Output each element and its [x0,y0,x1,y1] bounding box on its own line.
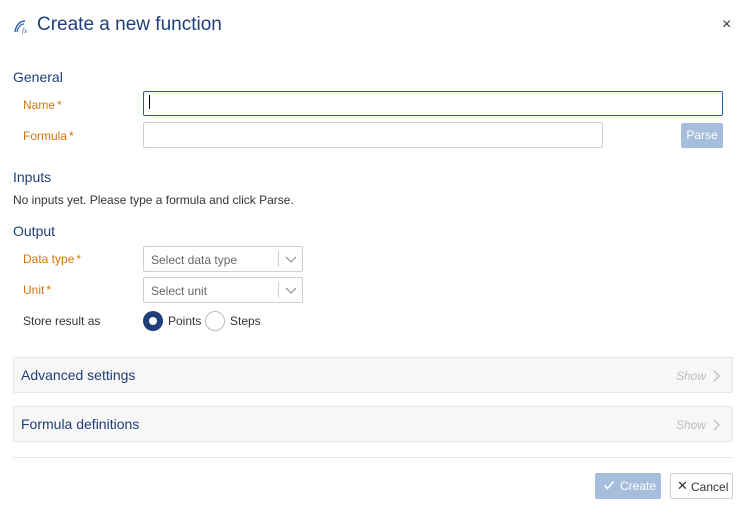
name-label-text: Name [23,98,56,112]
chevron-right-icon [713,419,720,431]
general-heading: General [13,69,63,85]
unit-select[interactable]: Select unit [143,277,303,303]
inputs-heading: Inputs [13,169,52,185]
data-type-select[interactable]: Select data type [143,246,303,272]
function-fx-icon: fx [14,20,28,34]
name-input[interactable] [143,91,723,116]
required-mark: * [69,129,74,143]
chevron-down-icon [285,287,297,294]
data-type-label-text: Data type [23,252,75,266]
chevron-right-icon [713,370,720,382]
create-button-label: Create [620,479,657,493]
unit-placeholder: Select unit [151,284,208,298]
check-icon [603,480,615,490]
formula-label-text: Formula [23,129,68,143]
data-type-placeholder: Select data type [151,253,238,267]
data-type-label: Data type * [23,252,81,266]
cancel-button-label: Cancel [691,480,729,494]
formula-input[interactable] [143,122,603,148]
chevron-down-icon [285,256,297,263]
radio-steps-label[interactable]: Steps [230,314,261,328]
radio-points-label[interactable]: Points [168,314,201,328]
create-button[interactable]: Create [595,473,661,499]
unit-label-text: Unit [23,283,45,297]
formula-definitions-title: Formula definitions [21,416,140,432]
formula-definitions-show[interactable]: Show [676,418,706,432]
required-mark: * [57,98,62,112]
advanced-settings-panel[interactable]: Advanced settings Show [13,357,733,393]
svg-text:fx: fx [22,27,28,34]
inputs-empty-text: No inputs yet. Please type a formula and… [13,193,294,207]
advanced-settings-show[interactable]: Show [676,369,706,383]
close-x-icon: ✕ [677,478,688,493]
dialog-title: Create a new function [37,14,222,35]
close-icon[interactable]: × [722,17,731,33]
parse-button[interactable]: Parse [681,123,723,148]
name-label: Name * [23,98,62,112]
advanced-settings-title: Advanced settings [21,367,136,383]
output-heading: Output [13,223,56,239]
select-separator [278,251,279,267]
radio-steps[interactable] [205,311,225,331]
formula-label: Formula * [23,129,74,143]
formula-definitions-panel[interactable]: Formula definitions Show [13,406,733,442]
unit-label: Unit * [23,283,51,297]
required-mark: * [76,252,82,266]
text-caret [149,95,150,109]
required-mark: * [46,283,52,297]
footer-divider [13,457,733,458]
cancel-button[interactable]: ✕ Cancel [670,473,733,499]
radio-points[interactable] [143,311,163,331]
store-result-label: Store result as [23,314,101,328]
select-separator [278,282,279,298]
